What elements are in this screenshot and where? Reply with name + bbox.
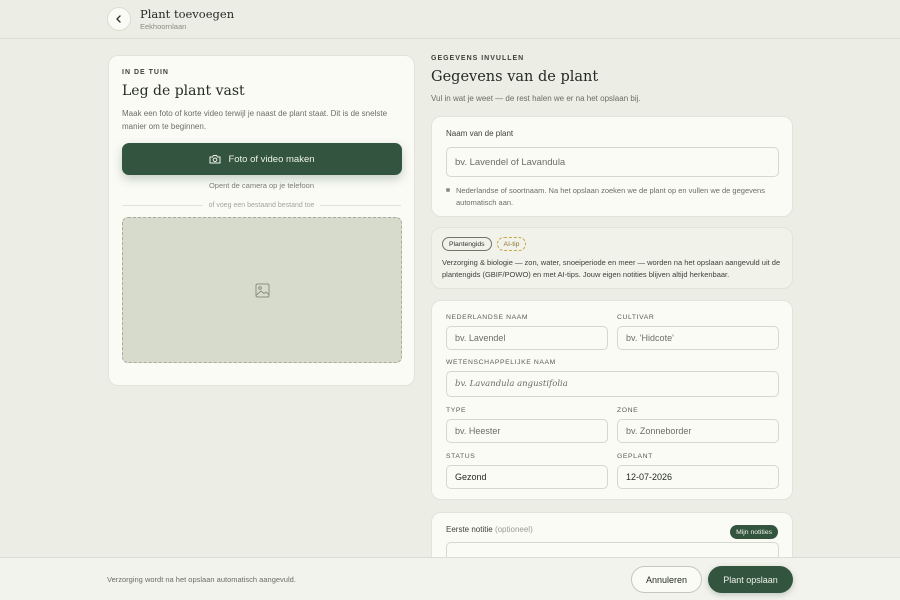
details-title: Gegevens van de plant — [431, 69, 599, 85]
plant-name-card: Naam van de plant bv. Lavendel of Lavand… — [431, 116, 793, 217]
type-input[interactable]: bv. Heester — [446, 419, 608, 443]
camera-hint: Opent de camera op je telefoon — [208, 181, 315, 190]
first-note-title: Eerste notitie — [446, 525, 493, 534]
dutch-name-input[interactable]: bv. Lavendel — [446, 326, 608, 350]
scientific-name-input[interactable]: bv. Lavandula angustifolia — [446, 371, 779, 397]
cancel-button[interactable]: Annuleren — [631, 566, 702, 593]
scientific-name-placeholder: bv. Lavandula angustifolia — [455, 379, 568, 389]
first-note-optional: (optioneel) — [494, 525, 533, 534]
guide-info-text: Verzorging & biologie — zon, water, snoe… — [442, 258, 781, 279]
status-label: STATUS — [446, 453, 476, 460]
capture-title: Leg de plant vast — [122, 83, 245, 99]
plant-name-label: Naam van de plant — [446, 129, 514, 138]
plant-name-input[interactable]: bv. Lavendel of Lavandula — [446, 147, 779, 177]
my-notes-badge[interactable]: Mijn notities — [730, 525, 778, 539]
cultivar-input[interactable]: bv. 'Hidcote' — [617, 326, 779, 350]
planted-label: GEPLANT — [617, 453, 653, 460]
capture-description: Maak een foto of korte video terwijl je … — [122, 109, 388, 131]
zone-placeholder: bv. Zonneborder — [626, 426, 692, 436]
type-label: TYPE — [446, 407, 467, 414]
plant-name-hint: Nederlandse of soortnaam. Na het opslaan… — [446, 185, 778, 209]
plant-name-placeholder: bv. Lavendel of Lavandula — [455, 156, 566, 168]
plantengids-badge: Plantengids — [442, 237, 492, 251]
camera-button[interactable]: Foto of video maken — [122, 143, 402, 175]
planted-date-input[interactable]: 12-07-2026 — [617, 465, 779, 489]
chevron-left-icon — [116, 15, 121, 23]
camera-icon — [209, 155, 221, 164]
zone-label: ZONE — [617, 407, 639, 414]
capture-eyebrow: IN DE TUIN — [122, 69, 169, 76]
bottom-action-bar: Verzorging wordt na het opslaan automati… — [0, 557, 900, 600]
details-header: GEGEVENS INVULLEN Gegevens van de plant … — [431, 55, 793, 103]
details-description: Vul in wat je weet — de rest halen we er… — [431, 94, 641, 103]
camera-button-label: Foto of video maken — [228, 153, 315, 165]
header-titles: Plant toevoegen Eekhoornlaan — [140, 7, 234, 31]
guide-info-card: Plantengids AI-tip Verzorging & biologie… — [431, 227, 793, 289]
save-plant-button[interactable]: Plant opslaan — [708, 566, 793, 593]
autofill-info: Verzorging wordt na het opslaan automati… — [107, 575, 296, 584]
dutch-name-label: NEDERLANDSE NAAM — [446, 314, 529, 321]
capture-card: IN DE TUIN Leg de plant vast Maak een fo… — [108, 55, 415, 386]
divider-line — [320, 205, 401, 206]
zone-input[interactable]: bv. Zonneborder — [617, 419, 779, 443]
or-divider-label: of voeg een bestaand bestand toe — [208, 202, 315, 209]
details-eyebrow: GEGEVENS INVULLEN — [431, 55, 525, 62]
ai-tip-badge: AI-tip — [496, 237, 527, 251]
hint-bullet — [446, 188, 450, 192]
cultivar-placeholder: bv. 'Hidcote' — [626, 333, 674, 343]
top-bar: Plant toevoegen Eekhoornlaan — [0, 0, 900, 39]
first-note-label: Eerste notitie (optioneel) — [446, 525, 778, 534]
page-subtitle: Eekhoornlaan — [140, 22, 187, 31]
guide-pills: Plantengids AI-tip — [442, 237, 782, 251]
plant-name-hint-text: Nederlandse of soortnaam. Na het opslaan… — [456, 186, 765, 207]
dutch-name-placeholder: bv. Lavendel — [455, 333, 506, 343]
image-icon — [255, 283, 269, 297]
divider-line — [122, 205, 203, 206]
cultivar-label: CULTIVAR — [617, 314, 655, 321]
status-value: Gezond — [455, 472, 487, 482]
page-title: Plant toevoegen — [140, 7, 235, 21]
planted-date-value: 12-07-2026 — [626, 472, 673, 482]
scientific-name-label: WETENSCHAPPELIJKE NAAM — [446, 359, 556, 366]
file-dropzone[interactable] — [122, 217, 402, 363]
or-divider: of voeg een bestaand bestand toe — [122, 202, 401, 209]
status-select[interactable]: Gezond — [446, 465, 608, 489]
back-button[interactable] — [107, 7, 131, 31]
plant-fields-card: NEDERLANDSE NAAM bv. Lavendel CULTIVAR b… — [431, 300, 793, 500]
type-placeholder: bv. Heester — [455, 426, 501, 436]
